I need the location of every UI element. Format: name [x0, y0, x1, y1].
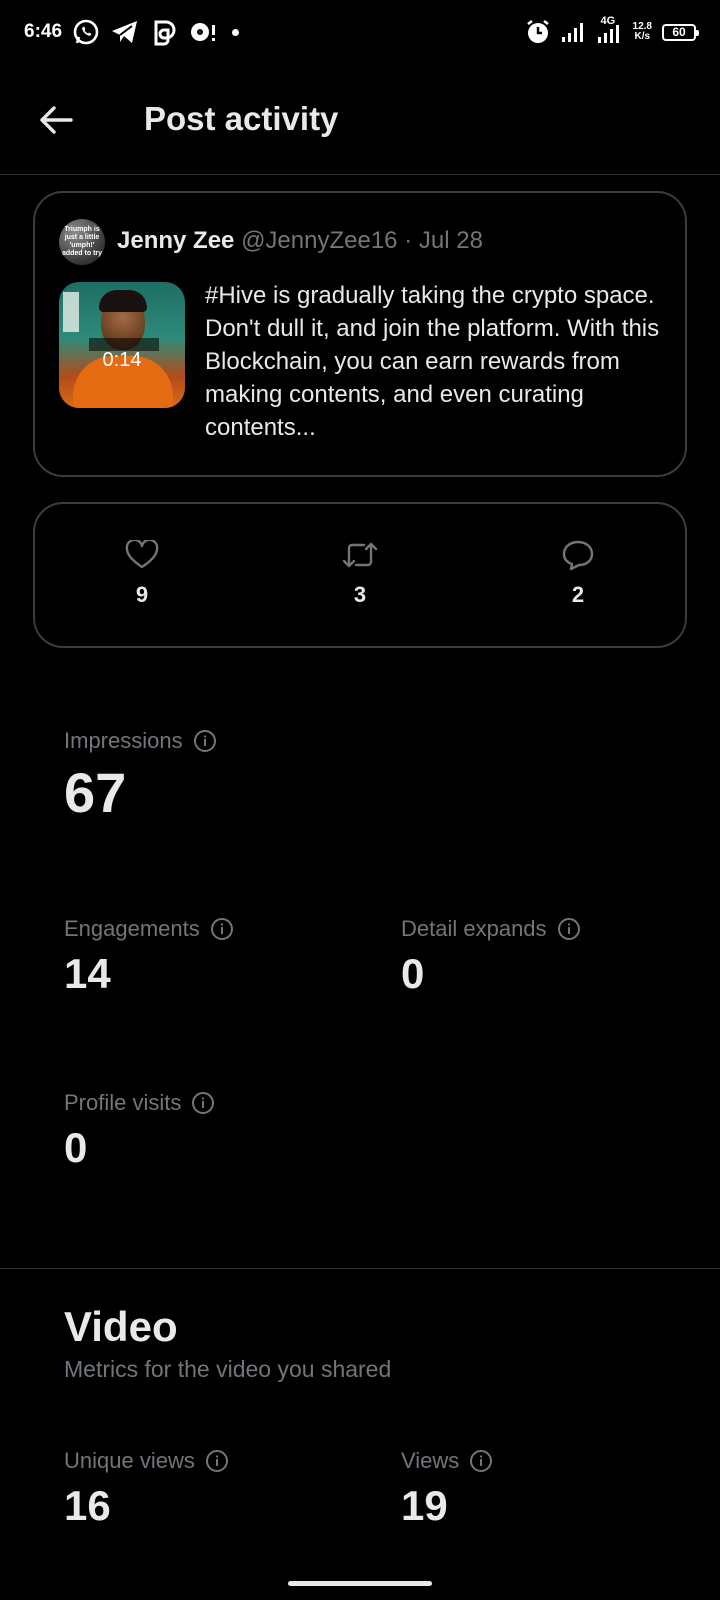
replies-count: 2 — [571, 582, 585, 607]
page-title: Post activity — [144, 100, 339, 137]
status-left: 6:46 — [24, 18, 240, 46]
author-handle: @JennyZee16 — [241, 227, 398, 254]
info-icon[interactable] — [557, 917, 581, 941]
profile-visits-value: 0 — [64, 1124, 88, 1171]
likes-count: 9 — [135, 582, 149, 607]
video-section-title: Video — [64, 1303, 178, 1350]
video-thumbnail[interactable]: 0:14 — [59, 282, 185, 408]
impressions-label: Impressions — [64, 728, 183, 753]
threads-icon — [150, 18, 178, 46]
network-speed-unit: K/s — [634, 31, 651, 42]
signal-icon — [561, 21, 587, 43]
info-icon[interactable] — [205, 1449, 229, 1473]
author-name[interactable]: Jenny Zee — [117, 227, 234, 254]
engagements-value: 14 — [64, 950, 111, 997]
video-section-subtitle: Metrics for the video you shared — [64, 1356, 392, 1382]
thumbnail-person-hair — [99, 290, 147, 312]
thumbnail-background — [63, 292, 79, 332]
battery-icon: 60 — [662, 23, 699, 41]
reposts-stat: 3 — [320, 538, 400, 608]
network-speed: 12.8 K/s — [633, 22, 652, 42]
views-value: 19 — [401, 1482, 448, 1529]
signal-4g-icon: 4G — [597, 15, 623, 45]
info-icon[interactable] — [210, 917, 234, 941]
status-right: 4G 12.8 K/s 60 — [525, 15, 699, 45]
impressions-metric: Impressions 67 — [64, 728, 217, 825]
impressions-value: 67 — [64, 761, 127, 824]
status-time: 6:46 — [24, 21, 63, 42]
views-label: Views — [401, 1448, 460, 1473]
detail-expands-label: Detail expands — [401, 916, 547, 941]
post-text: #Hive is gradually taking the crypto spa… — [205, 282, 660, 441]
whatsapp-icon — [72, 18, 100, 46]
network-type: 4G — [600, 15, 616, 27]
info-icon[interactable] — [191, 1091, 215, 1115]
unique-views-label: Unique views — [64, 1448, 195, 1473]
info-icon[interactable] — [469, 1449, 493, 1473]
likes-stat: 9 — [102, 538, 182, 608]
more-notifications-dot — [232, 28, 240, 36]
post-author-line: Jenny Zee @JennyZee16 · Jul 28 — [117, 227, 483, 255]
engagements-label: Engagements — [64, 916, 200, 941]
profile-visits-label: Profile visits — [64, 1090, 182, 1115]
video-duration: 0:14 — [102, 349, 142, 371]
separator-dot: · — [404, 227, 413, 254]
heart-icon — [125, 540, 159, 569]
unique-views-metric: Unique views 16 — [64, 1448, 229, 1530]
info-icon[interactable] — [193, 729, 217, 753]
section-divider — [0, 1268, 720, 1269]
telegram-icon — [110, 19, 140, 45]
back-button[interactable] — [34, 98, 78, 142]
repost-icon — [342, 542, 378, 568]
engagements-metric: Engagements 14 — [64, 916, 234, 998]
interactions-card: 9 3 2 — [33, 502, 687, 648]
reply-icon — [562, 540, 594, 571]
home-indicator[interactable] — [288, 1581, 432, 1586]
unique-views-value: 16 — [64, 1482, 111, 1529]
profile-visits-metric: Profile visits 0 — [64, 1090, 215, 1172]
post-date: Jul 28 — [418, 227, 483, 254]
post-card[interactable]: Triumph is just a little 'umph!' added t… — [33, 191, 687, 477]
detail-expands-value: 0 — [401, 950, 425, 997]
app-header: Post activity — [0, 64, 720, 175]
arrow-left-icon — [40, 106, 73, 134]
notification-icon — [188, 19, 216, 45]
avatar-text: Triumph is just a little 'umph!' added t… — [61, 226, 103, 257]
views-metric: Views 19 — [401, 1448, 493, 1530]
alarm-icon — [525, 19, 551, 45]
avatar[interactable]: Triumph is just a little 'umph!' added t… — [59, 219, 105, 265]
detail-expands-metric: Detail expands 0 — [401, 916, 581, 998]
status-bar: 6:46 4G 12.8 K/s 60 — [0, 0, 720, 64]
replies-stat: 2 — [538, 538, 618, 608]
battery-level: 60 — [672, 25, 686, 39]
reposts-count: 3 — [353, 582, 367, 607]
